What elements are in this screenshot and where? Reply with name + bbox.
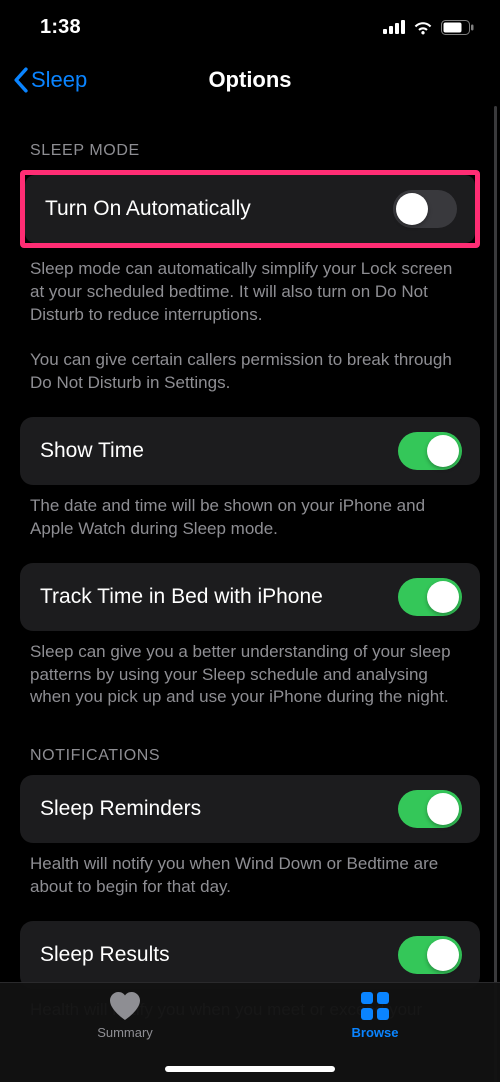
switch-turn-on-automatically[interactable] [393, 190, 457, 228]
tab-label: Summary [97, 1025, 153, 1040]
cellular-icon [383, 20, 405, 34]
content-scroll[interactable]: SLEEP MODE Turn On Automatically Sleep m… [0, 106, 500, 1082]
chevron-left-icon [12, 67, 29, 93]
back-label: Sleep [31, 67, 87, 93]
row-label: Turn On Automatically [45, 197, 251, 221]
row-turn-on-automatically[interactable]: Turn On Automatically [25, 175, 475, 243]
wifi-icon [412, 19, 434, 35]
switch-sleep-reminders[interactable] [398, 790, 462, 828]
row-sleep-reminders[interactable]: Sleep Reminders [20, 775, 480, 843]
footer-text: Health will notify you when Wind Down or… [0, 843, 500, 903]
footer-text: Sleep mode can automatically simplify yo… [0, 248, 500, 331]
heart-icon [108, 991, 142, 1021]
footer-text: The date and time will be shown on your … [0, 485, 500, 545]
status-time: 1:38 [40, 16, 81, 39]
switch-show-time[interactable] [398, 432, 462, 470]
grid-icon [360, 991, 390, 1021]
footer-text: Sleep can give you a better understandin… [0, 631, 500, 714]
nav-bar: Sleep Options [0, 54, 500, 106]
row-track-time-in-bed[interactable]: Track Time in Bed with iPhone [20, 563, 480, 631]
footer-text: You can give certain callers permission … [0, 331, 500, 399]
row-sleep-results[interactable]: Sleep Results [20, 921, 480, 989]
status-indicators [383, 19, 474, 35]
section-header-notifications: NOTIFICATIONS [0, 713, 500, 775]
home-indicator[interactable] [165, 1066, 335, 1072]
section-header-sleep-mode: SLEEP MODE [0, 106, 500, 170]
page-title: Options [208, 67, 291, 93]
battery-icon [441, 20, 474, 35]
row-label: Show Time [40, 439, 144, 463]
row-show-time[interactable]: Show Time [20, 417, 480, 485]
status-bar: 1:38 [0, 0, 500, 54]
switch-track-time-in-bed[interactable] [398, 578, 462, 616]
row-label: Track Time in Bed with iPhone [40, 585, 323, 609]
row-label: Sleep Results [40, 943, 170, 967]
back-button[interactable]: Sleep [12, 67, 87, 93]
row-label: Sleep Reminders [40, 797, 201, 821]
tab-label: Browse [352, 1025, 399, 1040]
switch-sleep-results[interactable] [398, 936, 462, 974]
highlight-annotation: Turn On Automatically [20, 170, 480, 248]
